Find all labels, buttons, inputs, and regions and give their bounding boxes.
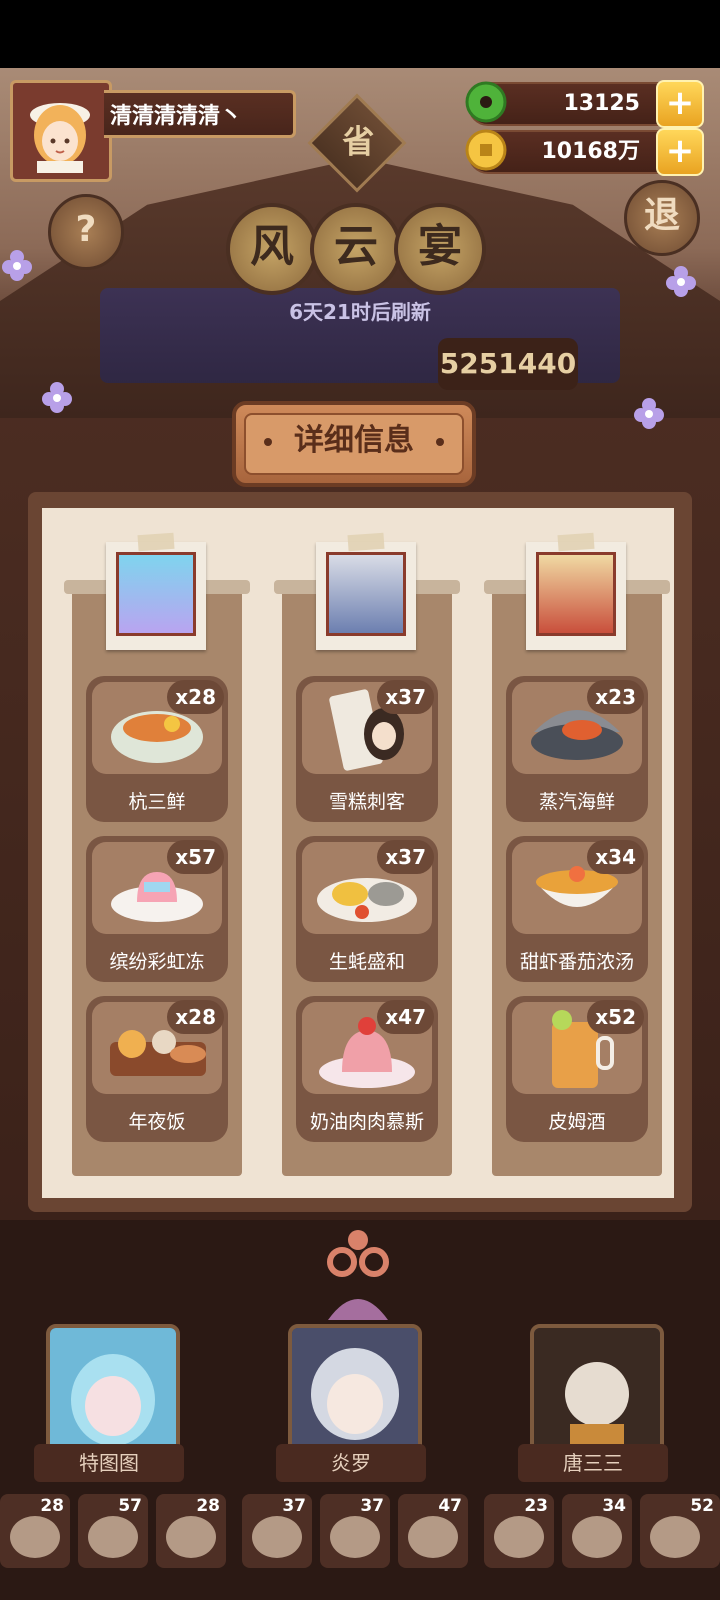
coin-icon xyxy=(465,129,507,171)
dish-card[interactable]: x23 蒸汽海鲜 xyxy=(506,676,648,822)
dish-card[interactable]: x57 缤纷彩虹冻 xyxy=(86,836,228,982)
dish-card[interactable]: x37 生蚝盛和 xyxy=(296,836,438,982)
inventory-dish[interactable]: 34 xyxy=(562,1494,632,1568)
jade-value: 13125 xyxy=(563,91,640,116)
dish-card[interactable]: x28 杭三鲜 xyxy=(86,676,228,822)
inventory-dish[interactable]: 47 xyxy=(398,1494,468,1568)
team-member-2-card[interactable] xyxy=(288,1324,422,1458)
dish-count: x34 xyxy=(587,840,644,874)
jade-icon xyxy=(465,81,507,123)
team-member-3-card[interactable] xyxy=(530,1324,664,1458)
chef-portrait-3[interactable] xyxy=(526,532,626,650)
dish-name: 年夜饭 xyxy=(128,1111,186,1133)
dish-card[interactable]: x37 雪糕刺客 xyxy=(296,676,438,822)
score-display: 5251440 xyxy=(438,338,578,390)
dish-name: 生蚝盛和 xyxy=(328,951,405,973)
player-avatar[interactable] xyxy=(10,80,112,182)
dish-count: x52 xyxy=(587,1000,644,1034)
dish-card[interactable]: x47 奶油肉肉慕斯 xyxy=(296,996,438,1142)
avatar-portrait-icon xyxy=(30,103,90,173)
dish-name: 奶油肉肉慕斯 xyxy=(309,1111,424,1133)
dish-name: 甜虾番茄浓汤 xyxy=(519,951,634,973)
dish-name: 雪糕刺客 xyxy=(328,791,405,813)
title-char-yun: 云 xyxy=(310,203,402,295)
chef-portrait-1[interactable] xyxy=(106,532,206,650)
inventory-dish[interactable]: 57 xyxy=(78,1494,148,1568)
add-coin-button[interactable]: + xyxy=(656,128,704,176)
flower-decoration-icon xyxy=(42,382,72,413)
exit-button[interactable]: 退 xyxy=(624,180,700,256)
help-button[interactable]: ? xyxy=(48,194,124,270)
title-char-yan: 宴 xyxy=(394,203,486,295)
dish-count: x37 xyxy=(377,840,434,874)
dish-count: x28 xyxy=(167,680,224,714)
inventory-dish[interactable]: 28 xyxy=(156,1494,226,1568)
dish-count: x28 xyxy=(167,1000,224,1034)
dish-count: x57 xyxy=(167,840,224,874)
dish-count: x47 xyxy=(377,1000,434,1034)
flower-decoration-icon xyxy=(2,250,32,281)
team-member-3-name: 唐三三 xyxy=(518,1444,668,1482)
flower-decoration-icon xyxy=(666,266,696,297)
add-jade-button[interactable]: + xyxy=(656,80,704,128)
team-member-1-name: 特图图 xyxy=(34,1444,184,1482)
flower-decoration-icon xyxy=(634,398,664,429)
player-name: 清清清清清丶 xyxy=(104,90,296,138)
dish-card[interactable]: x34 甜虾番茄浓汤 xyxy=(506,836,648,982)
panel-title: 详细信息 xyxy=(244,413,464,475)
character-portrait-icon xyxy=(534,1328,660,1454)
dish-name: 蒸汽海鲜 xyxy=(538,791,615,813)
coin-value: 10168万 xyxy=(541,139,640,164)
inventory-dish[interactable]: 52 xyxy=(640,1494,720,1568)
inventory-dish[interactable]: 37 xyxy=(320,1494,390,1568)
inventory-dish[interactable]: 23 xyxy=(484,1494,554,1568)
dish-card[interactable]: x28 年夜饭 xyxy=(86,996,228,1142)
jade-counter: 13125 + xyxy=(465,80,704,128)
inventory-dish[interactable]: 28 xyxy=(0,1494,70,1568)
dish-count: x37 xyxy=(377,680,434,714)
team-member-1-card[interactable] xyxy=(46,1324,180,1458)
title-char-feng: 风 xyxy=(226,203,318,295)
character-portrait-icon xyxy=(292,1328,418,1454)
team-member-2-name: 炎罗 xyxy=(276,1444,426,1482)
inventory-dish[interactable]: 37 xyxy=(242,1494,312,1568)
panel-title-banner: 详细信息 xyxy=(232,401,476,487)
dish-count: x23 xyxy=(587,680,644,714)
knot-ornament-icon xyxy=(327,1230,389,1320)
chef-portrait-2[interactable] xyxy=(316,532,416,650)
dish-name: 缤纷彩虹冻 xyxy=(109,951,205,973)
dish-name: 杭三鲜 xyxy=(128,791,186,813)
dish-card[interactable]: x52 皮姆酒 xyxy=(506,996,648,1142)
refresh-timer: 6天21时后刷新 xyxy=(289,300,431,324)
dish-name: 皮姆酒 xyxy=(548,1111,606,1133)
character-portrait-icon xyxy=(50,1328,176,1454)
coin-counter: 10168万 + xyxy=(465,128,704,176)
